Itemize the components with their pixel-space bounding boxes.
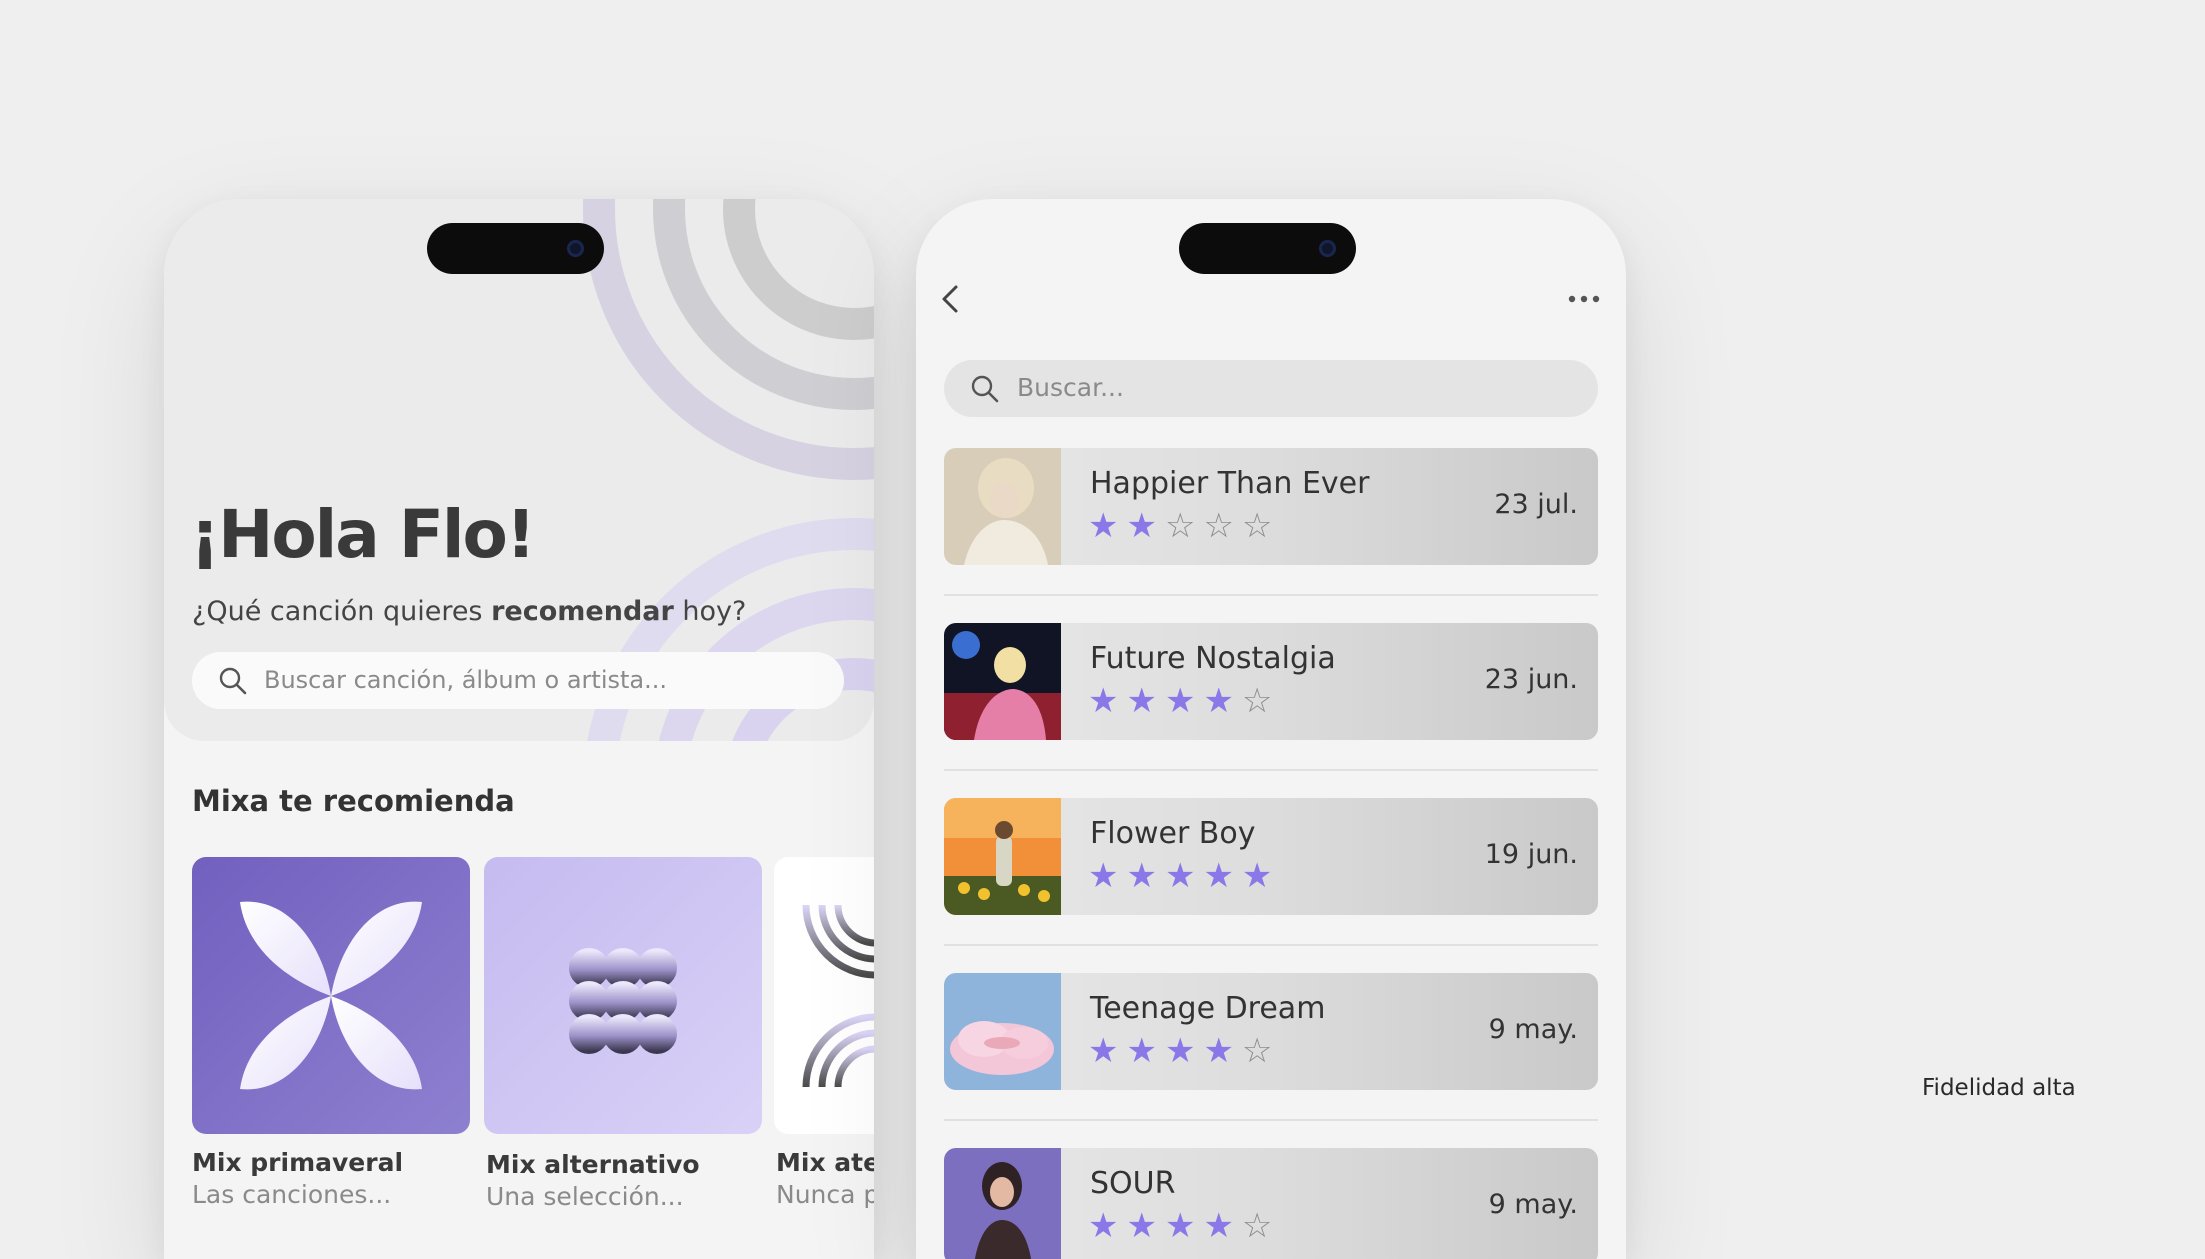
camera-icon — [567, 240, 584, 257]
album-date: 23 jun. — [1484, 664, 1578, 695]
album-date: 9 may. — [1488, 1189, 1578, 1220]
back-arrow-icon[interactable] — [938, 279, 964, 319]
divider — [944, 594, 1598, 596]
album-row[interactable]: Future Nostalgia ★★★★☆ 23 jun. — [944, 623, 1598, 740]
hero-header: ¡Hola Flo! ¿Qué canción quieres recomend… — [164, 199, 874, 741]
butterfly-icon — [240, 901, 422, 1090]
mix-title: Mix alternativo — [486, 1150, 700, 1179]
album-title: SOUR — [1090, 1166, 1176, 1201]
divider — [944, 769, 1598, 771]
star-icon: ☆ — [1241, 681, 1281, 721]
subtitle-prefix: ¿Qué canción quieres — [192, 596, 492, 627]
album-row[interactable]: Teenage Dream ★★★★☆ 9 may. — [944, 973, 1598, 1090]
divider — [944, 1119, 1598, 1121]
star-icon: ☆ — [1241, 1206, 1281, 1246]
album-date: 19 jun. — [1484, 839, 1578, 870]
album-row[interactable]: Flower Boy ★★★★★ 19 jun. — [944, 798, 1598, 915]
album-cover — [944, 448, 1061, 565]
mix-title: Mix primaveral — [192, 1148, 404, 1177]
album-title: Happier Than Ever — [1090, 466, 1370, 501]
mix-subtitle: Nunca p — [776, 1180, 874, 1209]
arcs-icon — [802, 904, 874, 1088]
rating-stars: ★★★★☆ — [1088, 681, 1280, 721]
subtitle-suffix: hoy? — [673, 596, 747, 627]
album-date: 9 may. — [1488, 1014, 1578, 1045]
album-cover — [944, 623, 1061, 740]
search-icon — [971, 375, 999, 403]
album-cover — [944, 1148, 1061, 1259]
star-icon: ★★★★★ — [1088, 856, 1281, 896]
greeting-subtitle: ¿Qué canción quieres recomendar hoy? — [192, 596, 746, 627]
album-row[interactable]: Happier Than Ever ★★☆☆☆ 23 jul. — [944, 448, 1598, 565]
mix-subtitle: Las canciones... — [192, 1180, 392, 1209]
star-icon: ★★★★ — [1088, 1206, 1242, 1246]
star-icon: ★★★★ — [1088, 1031, 1242, 1071]
grid-dots-icon — [529, 905, 717, 1087]
dynamic-island — [427, 223, 604, 274]
album-cover — [944, 973, 1061, 1090]
section-title: Mixa te recomienda — [192, 784, 515, 818]
dynamic-island — [1179, 223, 1356, 274]
greeting: ¡Hola Flo! — [190, 496, 536, 573]
rating-stars: ★★★★★ — [1088, 856, 1280, 896]
divider — [944, 944, 1598, 946]
search-input[interactable]: Buscar... — [944, 360, 1598, 417]
search-input[interactable]: Buscar canción, álbum o artista... — [192, 652, 844, 709]
rating-stars: ★★☆☆☆ — [1088, 506, 1280, 546]
mix-card-alternativo[interactable] — [484, 857, 762, 1134]
star-icon: ☆ — [1241, 1031, 1281, 1071]
star-icon: ★★ — [1088, 506, 1165, 546]
album-cover — [944, 798, 1061, 915]
camera-icon — [1319, 240, 1336, 257]
more-icon[interactable] — [1568, 295, 1600, 303]
search-placeholder: Buscar... — [1017, 373, 1124, 402]
home-phone: ¡Hola Flo! ¿Qué canción quieres recomend… — [164, 199, 874, 1259]
fidelity-label: Fidelidad alta — [1922, 1075, 2076, 1101]
album-row[interactable]: SOUR ★★★★☆ 9 may. — [944, 1148, 1598, 1259]
mix-card-third[interactable] — [774, 857, 874, 1134]
album-date: 23 jul. — [1494, 489, 1578, 520]
rating-stars: ★★★★☆ — [1088, 1031, 1280, 1071]
subtitle-bold: recomendar — [491, 596, 674, 627]
mix-subtitle: Una selección... — [486, 1182, 684, 1211]
star-icon: ★★★★ — [1088, 681, 1242, 721]
rating-stars: ★★★★☆ — [1088, 1206, 1280, 1246]
search-placeholder: Buscar canción, álbum o artista... — [264, 666, 668, 694]
album-list-phone: Buscar... Happier Than Ever ★★☆☆☆ 23 jul… — [916, 199, 1626, 1259]
album-title: Flower Boy — [1090, 816, 1256, 851]
album-title: Teenage Dream — [1090, 991, 1326, 1026]
star-icon: ☆☆☆ — [1164, 506, 1281, 546]
mix-card-primaveral[interactable] — [192, 857, 470, 1134]
mix-title: Mix aten — [776, 1148, 874, 1177]
search-icon — [219, 667, 247, 695]
album-title: Future Nostalgia — [1090, 641, 1336, 676]
